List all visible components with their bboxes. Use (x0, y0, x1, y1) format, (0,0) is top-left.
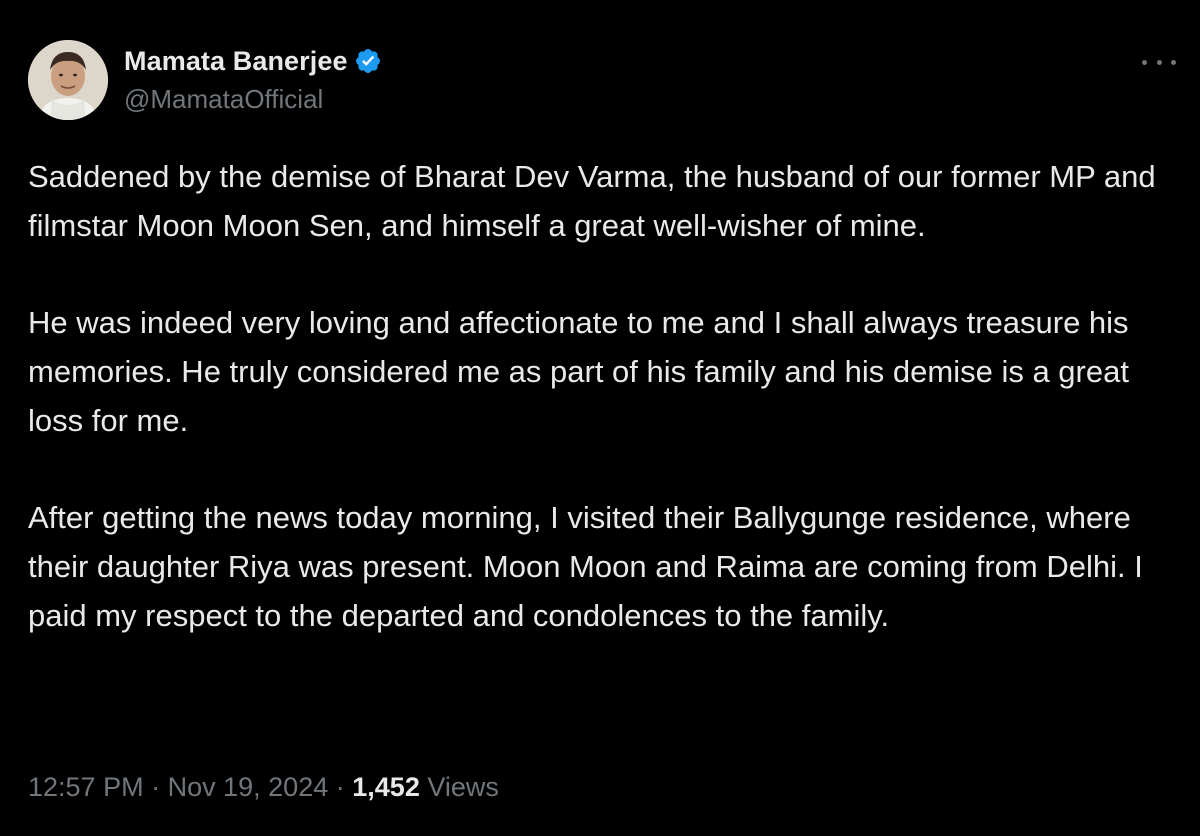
more-options-icon[interactable] (1142, 52, 1176, 72)
tweet-header: Mamata Banerjee @MamataOfficial (28, 40, 1178, 124)
tweet-paragraph: Saddened by the demise of Bharat Dev Var… (28, 159, 1156, 243)
views-label: Views (427, 772, 499, 802)
tweet-time[interactable]: 12:57 PM (28, 772, 144, 802)
verified-badge-icon (354, 47, 382, 75)
dot-icon (1156, 59, 1162, 65)
tweet-text: Saddened by the demise of Bharat Dev Var… (28, 152, 1188, 688)
tweet-card: Mamata Banerjee @MamataOfficial Saddened… (0, 0, 1200, 836)
dot-icon (1142, 59, 1147, 65)
display-name[interactable]: Mamata Banerjee (124, 46, 348, 77)
profile-photo-icon (28, 40, 108, 120)
avatar[interactable] (28, 40, 108, 120)
tweet-paragraph: He was indeed very loving and affectiona… (28, 305, 1129, 438)
tweet-date[interactable]: Nov 19, 2024 (168, 772, 329, 802)
name-row: Mamata Banerjee (124, 44, 382, 78)
author-identity: Mamata Banerjee @MamataOfficial (124, 44, 382, 115)
tweet-paragraph: After getting the news today morning, I … (28, 500, 1143, 633)
dot-icon (1171, 59, 1176, 65)
meta-separator: · (335, 772, 345, 802)
views-count: 1,452 (352, 772, 420, 802)
handle[interactable]: @MamataOfficial (124, 84, 382, 115)
meta-separator: · (151, 772, 161, 802)
tweet-meta: 12:57 PM · Nov 19, 2024 · 1,452 Views (28, 772, 499, 803)
